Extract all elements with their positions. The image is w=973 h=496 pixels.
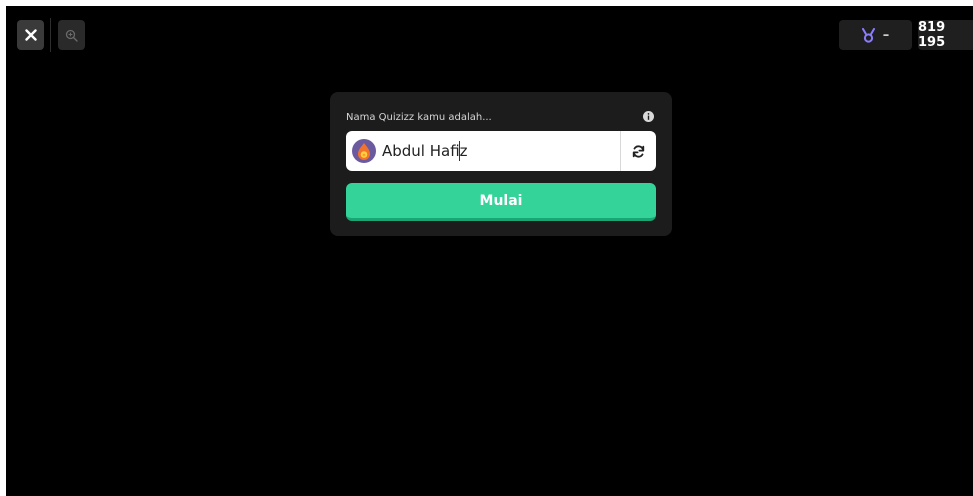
name-field[interactable] (346, 131, 656, 171)
zoom-button[interactable] (58, 20, 85, 50)
text-cursor (459, 141, 460, 161)
close-icon (24, 29, 37, 41)
avatar-icon[interactable] (352, 139, 376, 163)
name-input[interactable] (382, 139, 612, 163)
game-code: 819 195 (918, 20, 973, 50)
medal-icon (861, 27, 875, 43)
toolbar-divider (50, 18, 51, 52)
start-button[interactable]: Mulai (346, 183, 656, 221)
zoom-in-icon (65, 29, 78, 42)
name-prompt-label: Nama Quizizz kamu adalah... (346, 112, 492, 123)
join-card: Nama Quizizz kamu adalah... Abdul Hafiz … (330, 92, 672, 236)
refresh-icon (632, 144, 645, 158)
info-icon[interactable] (643, 111, 654, 122)
medal-button[interactable]: – (839, 20, 912, 50)
quiz-join-screen: – 819 195 Nama Quizizz kamu adalah... Ab… (6, 6, 973, 496)
close-button[interactable] (17, 20, 44, 50)
medal-value: – (882, 27, 890, 43)
refresh-name-button[interactable] (620, 131, 656, 171)
